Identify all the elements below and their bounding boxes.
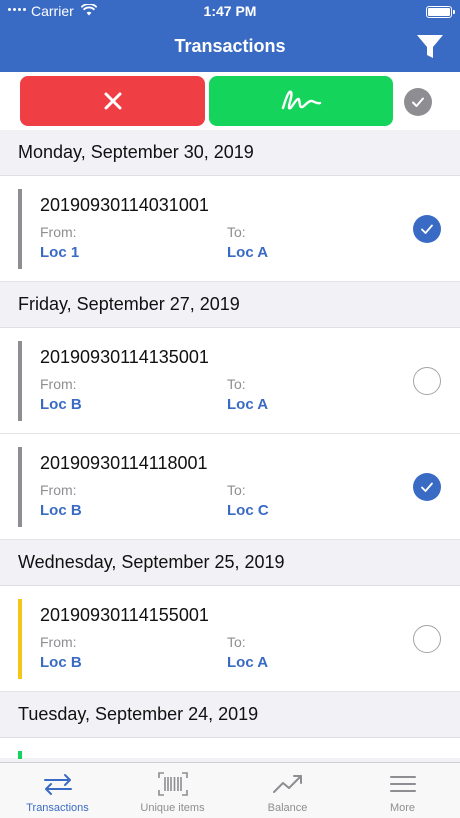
transaction-id: 20190930114031001	[40, 195, 209, 215]
row-checkbox-unchecked[interactable]	[413, 367, 441, 395]
transaction-row[interactable]: 20190930114135001 From: Loc B To: Loc A	[0, 328, 460, 434]
row-checkbox-checked[interactable]	[413, 215, 441, 243]
menu-lines-icon	[386, 771, 420, 797]
reject-button[interactable]	[20, 76, 205, 126]
status-time: 1:47 PM	[203, 3, 257, 19]
transaction-id: 20190930114135001	[40, 347, 209, 367]
from-location: Loc B	[40, 396, 82, 413]
check-icon	[421, 224, 433, 234]
tab-label: Unique items	[140, 802, 205, 814]
row-checkbox-unchecked[interactable]	[413, 625, 441, 653]
date-section-header: Friday, September 27, 2019	[0, 282, 460, 328]
status-stripe	[18, 599, 22, 679]
transaction-id: 20190930114155001	[40, 605, 209, 625]
transaction-row[interactable]: 20190930114031001 From: Loc 1 To: Loc A	[0, 176, 460, 282]
to-location: Loc A	[227, 244, 269, 261]
to-label: To:	[227, 224, 246, 240]
tab-balance[interactable]: Balance	[230, 763, 345, 818]
to-label: To:	[227, 482, 246, 498]
trend-chart-icon	[271, 771, 305, 797]
from-label: From:	[40, 224, 77, 240]
app-header: Carrier 1:47 PM Transactions	[0, 0, 460, 72]
tab-label: Balance	[267, 802, 308, 814]
tab-label: More	[389, 802, 416, 814]
from-label: From:	[40, 482, 77, 498]
signature-icon	[281, 90, 322, 110]
battery-icon	[426, 6, 455, 18]
status-stripe	[18, 751, 22, 759]
page-title: Transactions	[174, 36, 286, 56]
check-icon	[421, 482, 433, 492]
from-location: Loc 1	[40, 244, 80, 261]
status-bar: Carrier 1:47 PM	[0, 0, 460, 24]
transaction-row[interactable]: 20190930114155001 From: Loc B To: Loc A	[0, 586, 460, 692]
to-location: Loc C	[227, 502, 269, 519]
to-location: Loc A	[227, 654, 269, 671]
row-checkbox-checked[interactable]	[413, 473, 441, 501]
barcode-icon	[156, 771, 190, 797]
check-icon	[412, 97, 424, 107]
status-stripe	[18, 189, 22, 269]
to-label: To:	[227, 376, 246, 392]
status-stripe	[18, 447, 22, 527]
date-section-header: Monday, September 30, 2019	[0, 130, 460, 176]
select-all-toggle[interactable]	[404, 88, 432, 116]
bottom-tab-bar: Transactions Unique items Balance More	[0, 762, 460, 818]
from-label: From:	[40, 376, 77, 392]
transaction-id: 20190930114118001	[40, 453, 208, 473]
to-label: To:	[227, 634, 246, 650]
date-section-header: Tuesday, September 24, 2019	[0, 692, 460, 738]
to-location: Loc A	[227, 396, 269, 413]
from-label: From:	[40, 634, 77, 650]
tab-more[interactable]: More	[345, 763, 460, 818]
filter-funnel-icon[interactable]	[416, 34, 444, 60]
close-x-icon	[104, 92, 121, 110]
sign-button[interactable]	[209, 76, 393, 126]
transfer-arrows-icon	[41, 771, 75, 797]
bulk-action-bar	[0, 72, 460, 130]
tab-label: Transactions	[26, 802, 89, 814]
transaction-row-partial[interactable]	[0, 738, 460, 759]
tab-transactions[interactable]: Transactions	[0, 763, 115, 818]
status-stripe	[18, 341, 22, 421]
transactions-list[interactable]: Monday, September 30, 2019 2019093011403…	[0, 130, 460, 762]
tab-unique-items[interactable]: Unique items	[115, 763, 230, 818]
transaction-row[interactable]: 20190930114118001 From: Loc B To: Loc C	[0, 434, 460, 540]
date-section-header: Wednesday, September 25, 2019	[0, 540, 460, 586]
from-location: Loc B	[40, 502, 82, 519]
from-location: Loc B	[40, 654, 82, 671]
